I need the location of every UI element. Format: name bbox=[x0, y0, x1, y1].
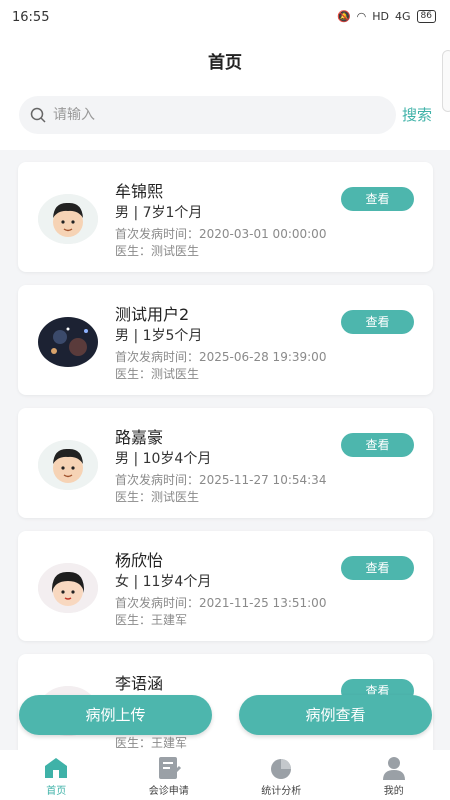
wifi-icon: ◠ bbox=[356, 10, 367, 23]
view-button[interactable]: 查看 bbox=[341, 187, 414, 211]
patient-onset: 首次发病时间：2021-11-25 13:51:00 bbox=[115, 596, 327, 610]
patient-name: 测试用户2 bbox=[115, 305, 190, 324]
patient-gender-age: 男 | 10岁4个月 bbox=[115, 451, 212, 467]
patient-name: 杨欣怡 bbox=[115, 551, 164, 570]
header: 首页 搜索 bbox=[0, 36, 450, 150]
patient-name: 牟锦熙 bbox=[115, 182, 164, 201]
patient-doctor: 医生：王建军 bbox=[115, 736, 188, 750]
status-indicators: 🔕 ◠ HD 4G 86 bbox=[337, 10, 436, 23]
tab-consult[interactable]: 会诊申请 bbox=[113, 750, 226, 800]
search-icon bbox=[30, 107, 46, 123]
case-upload-button[interactable]: 病例上传 bbox=[19, 695, 212, 735]
consult-icon bbox=[158, 757, 181, 779]
patient-onset: 首次发病时间：2025-11-27 10:54:34 bbox=[115, 473, 327, 487]
view-button[interactable]: 查看 bbox=[341, 433, 414, 457]
patient-gender-age: 男 | 1岁5个月 bbox=[115, 328, 203, 344]
tab-label: 我的 bbox=[383, 786, 404, 797]
tab-label: 会诊申请 bbox=[148, 786, 189, 797]
battery-icon: 86 bbox=[416, 10, 436, 23]
signal-label: 4G bbox=[395, 10, 411, 23]
tab-label: 首页 bbox=[46, 786, 67, 797]
patient-gender-age: 男 | 7岁1个月 bbox=[115, 205, 203, 221]
page-title: 首页 bbox=[208, 53, 242, 73]
search-box[interactable] bbox=[19, 96, 396, 134]
status-time: 16:55 bbox=[12, 10, 50, 25]
patient-doctor: 医生：测试医生 bbox=[115, 244, 200, 258]
search-input[interactable] bbox=[53, 107, 353, 123]
user-icon bbox=[382, 757, 405, 780]
bottom-tab-bar: 首页 会诊申请 统计分析 我的 bbox=[0, 750, 450, 800]
search-button[interactable]: 搜索 bbox=[402, 104, 432, 125]
home-icon bbox=[45, 758, 68, 778]
photo-icon bbox=[38, 317, 98, 367]
patient-name: 路嘉豪 bbox=[115, 428, 164, 447]
tab-home[interactable]: 首页 bbox=[0, 750, 113, 800]
boy-icon bbox=[38, 194, 98, 244]
status-bar: 16:55 🔕 ◠ HD 4G 86 bbox=[0, 0, 450, 36]
patient-card[interactable]: 杨欣怡 女 | 11岁4个月 首次发病时间：2021-11-25 13:51:0… bbox=[18, 531, 433, 641]
network-label: HD bbox=[372, 10, 390, 23]
patient-doctor: 医生：王建军 bbox=[115, 613, 188, 627]
view-button[interactable]: 查看 bbox=[341, 556, 414, 580]
patient-onset: 首次发病时间：2020-03-01 00:00:00 bbox=[115, 227, 327, 241]
patient-card[interactable]: 测试用户2 男 | 1岁5个月 首次发病时间：2025-06-28 19:39:… bbox=[18, 285, 433, 395]
patient-doctor: 医生：测试医生 bbox=[115, 490, 200, 504]
patient-card[interactable]: 路嘉豪 男 | 10岁4个月 首次发病时间：2025-11-27 10:54:3… bbox=[18, 408, 433, 518]
patient-gender-age: 女 | 11岁4个月 bbox=[115, 574, 212, 590]
patient-card[interactable]: 牟锦熙 男 | 7岁1个月 首次发病时间：2020-03-01 00:00:00… bbox=[18, 162, 433, 272]
tab-statistics[interactable]: 统计分析 bbox=[225, 750, 338, 800]
view-button[interactable]: 查看 bbox=[341, 310, 414, 334]
boy-icon bbox=[38, 440, 98, 490]
tab-mine[interactable]: 我的 bbox=[338, 750, 450, 800]
patient-name: 李语涵 bbox=[115, 674, 164, 693]
patient-doctor: 医生：测试医生 bbox=[115, 367, 200, 381]
mute-icon: 🔕 bbox=[336, 10, 351, 23]
case-view-button[interactable]: 病例查看 bbox=[239, 695, 432, 735]
patient-onset: 首次发病时间：2025-06-28 19:39:00 bbox=[115, 350, 327, 364]
girl-icon bbox=[38, 563, 98, 613]
tab-label: 统计分析 bbox=[261, 786, 302, 797]
pie-chart-icon bbox=[271, 759, 292, 779]
side-handle[interactable] bbox=[442, 50, 450, 112]
